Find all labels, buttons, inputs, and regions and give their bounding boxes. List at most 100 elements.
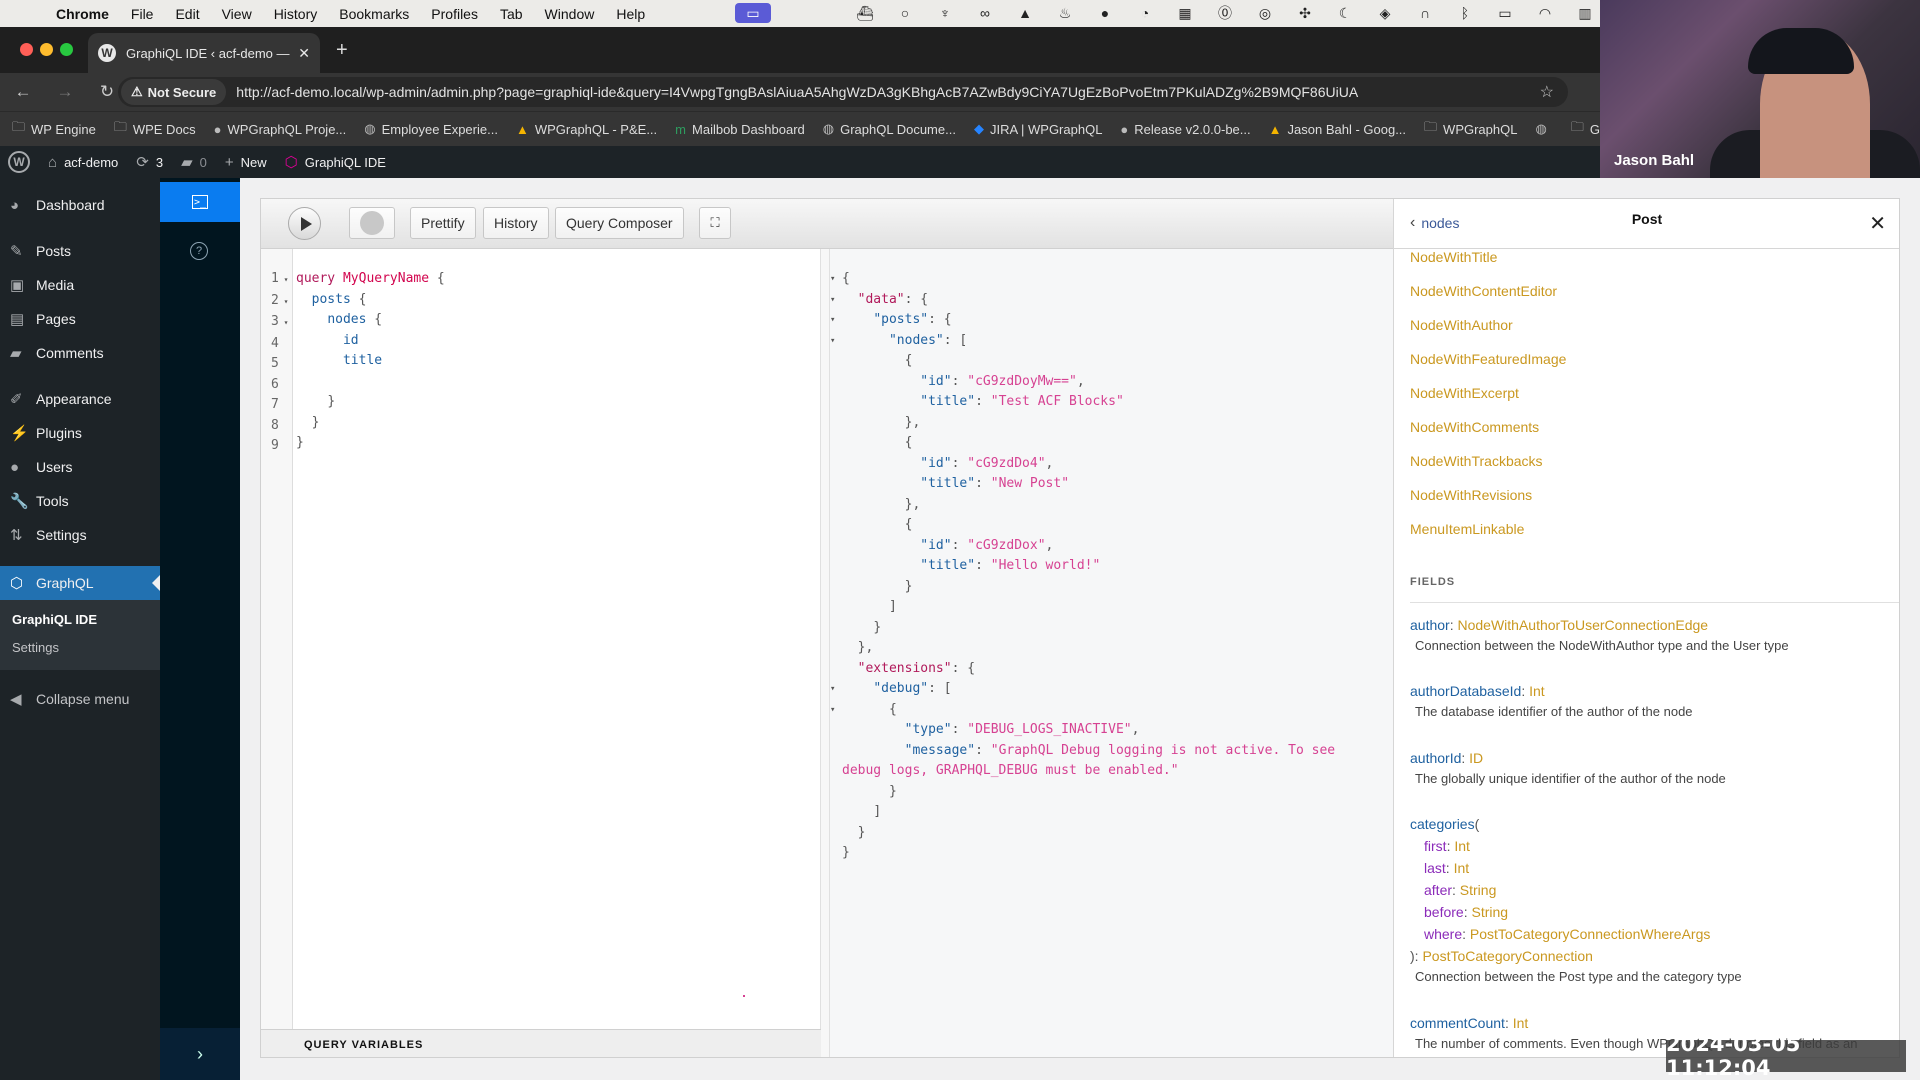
history-button[interactable]: History — [483, 207, 549, 239]
url-text[interactable]: http://acf-demo.local/wp-admin/admin.php… — [236, 84, 1358, 100]
sidebar-item-pages[interactable]: ▤ Pages — [0, 302, 160, 336]
back-button[interactable]: ← — [8, 82, 38, 102]
menu-view[interactable]: View — [222, 6, 252, 22]
sidebar-item-tools[interactable]: 🔧 Tools — [0, 484, 160, 518]
sidebar-item-appearance[interactable]: ✐ Appearance — [0, 382, 160, 416]
flame-icon[interactable]: ♨ — [1055, 3, 1075, 23]
play-circle-icon[interactable]: ◔ — [1135, 3, 1155, 23]
sidebar-item-plugins[interactable]: ⚡ Plugins — [0, 416, 160, 450]
interface-link[interactable]: NodeWithAuthor — [1410, 317, 1513, 333]
comments-link[interactable]: ▰ 0 — [181, 153, 207, 171]
prettify-button[interactable]: Prettify — [410, 207, 476, 239]
field-type-link[interactable]: NodeWithAuthorToUserConnectionEdge — [1457, 617, 1708, 633]
bookmark-item[interactable]: ◍ Employee Experie... — [364, 121, 498, 137]
field-type-link[interactable]: PostToCategoryConnection — [1422, 948, 1592, 964]
headphones-icon[interactable]: ∩ — [1415, 3, 1435, 23]
graphiql-editor-tab[interactable]: >_ — [160, 182, 240, 222]
keyboard-icon[interactable]: ▥ — [1575, 3, 1595, 23]
menu-app-name[interactable]: Chrome — [56, 6, 109, 22]
updates-link[interactable]: ⟳ 3 — [136, 153, 163, 171]
sidebar-item-posts[interactable]: ✎ Posts — [0, 234, 160, 268]
arg-type-link[interactable]: String — [1471, 904, 1508, 920]
tag-icon[interactable]: ● — [1095, 3, 1115, 23]
menu-bookmarks[interactable]: Bookmarks — [339, 6, 409, 22]
menu-edit[interactable]: Edit — [175, 6, 199, 22]
bluetooth-icon[interactable]: ᛒ — [1455, 3, 1475, 23]
security-indicator[interactable]: ⚠ Not Secure — [121, 79, 227, 105]
interface-link[interactable]: NodeWithTitle — [1410, 249, 1497, 265]
sidebar-item-comments[interactable]: ▰ Comments — [0, 336, 160, 370]
interface-link[interactable]: NodeWithComments — [1410, 419, 1539, 435]
expand-rail-button[interactable]: › — [160, 1028, 240, 1080]
submenu-graphiql-ide[interactable]: GraphiQL IDE — [12, 612, 97, 627]
field-name-link[interactable]: commentCount — [1410, 1015, 1505, 1031]
arg-type-link[interactable]: Int — [1454, 860, 1470, 876]
menu-window[interactable]: Window — [545, 6, 595, 22]
query-variables-toggle[interactable]: QUERY VARIABLES — [261, 1029, 821, 1057]
bookmark-item[interactable]: ● WPGraphQL Proje... — [214, 122, 347, 137]
sidebar-item-media[interactable]: ▣ Media — [0, 268, 160, 302]
creative-cloud-icon[interactable]: ∞ — [975, 3, 995, 23]
menu-file[interactable]: File — [131, 6, 154, 22]
forward-button[interactable]: → — [50, 82, 80, 102]
sidebar-item-graphql[interactable]: ⬡ GraphQL — [0, 566, 160, 600]
query-editor[interactable]: 1 ▾ 2 ▾ 3 ▾ 4 5 6 7 8 9 query MyQueryNam… — [261, 249, 821, 1029]
sidebar-item-settings[interactable]: ⇅ Settings — [0, 518, 160, 552]
battery-icon[interactable]: ▭ — [1495, 3, 1515, 23]
circle-icon[interactable]: ○ — [895, 3, 915, 23]
query-composer-button[interactable]: Query Composer — [555, 207, 684, 239]
browser-tab[interactable]: W GraphiQL IDE ‹ acf-demo — W ✕ — [88, 33, 320, 73]
new-tab-button[interactable]: + — [336, 39, 348, 62]
bookmark-item[interactable]: 🗀 WP Engine — [12, 118, 96, 140]
site-name-link[interactable]: ⌂ acf-demo — [48, 154, 118, 171]
drive-icon[interactable]: ▲ — [1015, 3, 1035, 23]
query-text[interactable]: query MyQueryName { posts { nodes { id t… — [296, 269, 445, 454]
menu-profiles[interactable]: Profiles — [431, 6, 478, 22]
moon-icon[interactable]: ☾ — [1335, 3, 1355, 23]
menu-help[interactable]: Help — [616, 6, 645, 22]
bookmark-item[interactable]: ▲ Jason Bahl - Goog... — [1269, 122, 1406, 137]
close-docs-icon[interactable]: ✕ — [1869, 211, 1886, 236]
onepassword-icon[interactable]: ⓪ — [1215, 3, 1235, 23]
field-name-link[interactable]: categories — [1410, 816, 1475, 832]
interface-link[interactable]: MenuItemLinkable — [1410, 521, 1524, 537]
screen-share-icon[interactable]: ▭ — [735, 3, 771, 23]
menu-history[interactable]: History — [274, 6, 318, 22]
bookmark-item[interactable]: ▲ WPGraphQL - P&E... — [516, 122, 657, 137]
rotate-icon[interactable]: ◈ — [1375, 3, 1395, 23]
fullscreen-button[interactable]: ⛶ — [699, 207, 731, 239]
sidebar-item-users[interactable]: ● Users — [0, 450, 160, 484]
interface-link[interactable]: NodeWithExcerpt — [1410, 385, 1519, 401]
arg-type-link[interactable]: String — [1460, 882, 1497, 898]
help-icon[interactable]: ? — [190, 242, 208, 260]
execute-query-button[interactable] — [288, 207, 321, 240]
interface-link[interactable]: NodeWithContentEditor — [1410, 283, 1557, 299]
field-name-link[interactable]: authorDatabaseId — [1410, 683, 1521, 699]
field-name-link[interactable]: author — [1410, 617, 1450, 633]
bookmark-item[interactable]: ◍ — [1535, 121, 1552, 137]
fox-icon[interactable]: ♆ — [935, 3, 955, 23]
bookmark-item[interactable]: ◍ GraphQL Docume... — [823, 121, 956, 137]
bookmark-star-icon[interactable]: ☆ — [1540, 82, 1554, 102]
close-tab-icon[interactable]: ✕ — [298, 45, 310, 62]
collapse-menu-button[interactable]: ◀ Collapse menu — [0, 682, 160, 716]
bookmark-item[interactable]: 🗀 WPE Docs — [114, 118, 196, 140]
minimize-window-button[interactable] — [40, 43, 53, 56]
grid-icon[interactable]: ▦ — [1175, 3, 1195, 23]
bookmark-item[interactable]: ● Release v2.0.0-be... — [1120, 122, 1250, 137]
menu-tab[interactable]: Tab — [500, 6, 523, 22]
auth-avatar-button[interactable] — [349, 207, 395, 239]
address-bar[interactable]: ⚠ Not Secure http://acf-demo.local/wp-adm… — [118, 77, 1568, 107]
sidebar-item-dashboard[interactable]: ◕ Dashboard — [0, 188, 160, 222]
interface-link[interactable]: NodeWithTrackbacks — [1410, 453, 1543, 469]
interface-link[interactable]: NodeWithRevisions — [1410, 487, 1532, 503]
arg-type-link[interactable]: Int — [1454, 838, 1470, 854]
graphiql-ide-link[interactable]: ⬡ GraphiQL IDE — [285, 153, 386, 171]
airdrop-icon[interactable]: ◎ — [1255, 3, 1275, 23]
new-content-link[interactable]: + New — [225, 154, 267, 171]
interface-link[interactable]: NodeWithFeaturedImage — [1410, 351, 1566, 367]
bookmark-item[interactable]: m Mailbob Dashboard — [675, 122, 805, 137]
wordpress-logo-icon[interactable]: W — [8, 151, 30, 173]
field-type-link[interactable]: ID — [1469, 750, 1483, 766]
submenu-settings[interactable]: Settings — [12, 640, 59, 655]
